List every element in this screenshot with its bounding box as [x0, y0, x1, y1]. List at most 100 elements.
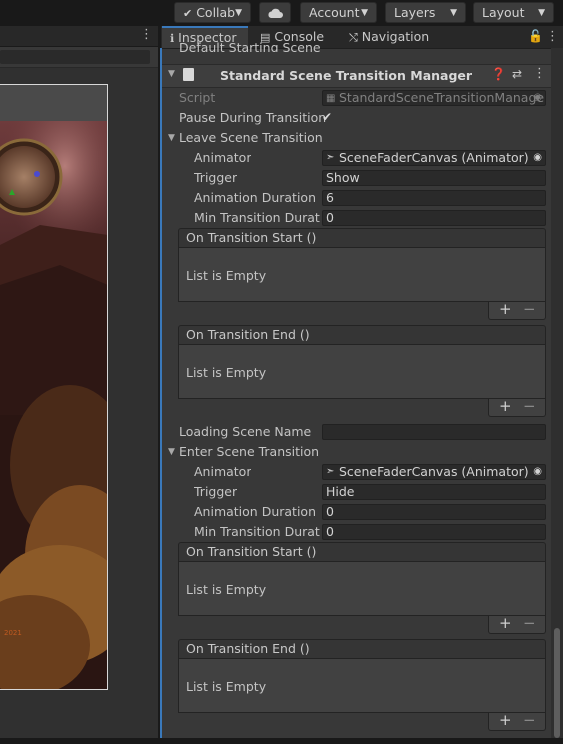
tab-navigation[interactable]: ⤭ Navigation — [349, 26, 429, 48]
scrollbar-thumb[interactable] — [554, 628, 560, 738]
top-toolbar: ✔ Collab ▼ Account ▼ Layers ▼ Layout ▼ — [0, 0, 563, 26]
empty-list-text: List is Empty — [186, 365, 267, 380]
leave-trigger-label: Trigger — [194, 170, 238, 185]
leave-section-title[interactable]: Leave Scene Transition — [179, 130, 323, 145]
enter-min-duration-input[interactable]: 0 — [322, 524, 546, 540]
remove-listener-button[interactable]: − — [523, 711, 536, 729]
component-title: Standard Scene Transition Manager — [220, 68, 473, 83]
preset-icon[interactable]: ⇄ — [512, 67, 522, 81]
bottom-status-strip — [0, 738, 563, 744]
more-options-icon[interactable]: ⋮ — [140, 27, 153, 42]
script-component-icon — [183, 68, 194, 81]
game-preview-frame: 2021 — [0, 84, 108, 690]
component-header[interactable]: ▼ Standard Scene Transition Manager ❓ ⇄ … — [162, 64, 551, 88]
layers-dropdown[interactable]: Layers ▼ — [385, 2, 466, 23]
object-picker-icon[interactable]: ◉ — [533, 151, 542, 165]
account-label: Account — [309, 5, 360, 20]
inspector-scrollbar[interactable] — [551, 48, 563, 744]
foldout-arrow-icon[interactable]: ▼ — [168, 69, 175, 79]
enter-animator-label: Animator — [194, 464, 252, 479]
cloud-icon — [268, 8, 283, 18]
collab-dropdown[interactable]: ✔ Collab ▼ — [174, 2, 251, 23]
scene-view[interactable]: 2021 — [0, 68, 158, 744]
enter-trigger-label: Trigger — [194, 484, 238, 499]
default-starting-scene-label: Default Starting Scene Na — [179, 40, 324, 52]
animator-icon: ➣ — [326, 152, 335, 163]
script-label: Script — [179, 90, 216, 105]
add-listener-button[interactable]: + — [499, 300, 512, 318]
lock-icon[interactable]: 🔓 — [528, 29, 543, 43]
chevron-down-icon: ▼ — [450, 8, 457, 18]
layout-label: Layout — [482, 5, 525, 20]
event-footer: + − — [488, 614, 546, 634]
event-header: On Transition End () — [178, 639, 546, 659]
year-watermark: 2021 — [4, 629, 22, 637]
foldout-arrow-icon[interactable]: ▼ — [168, 133, 175, 143]
account-dropdown[interactable]: Account ▼ — [300, 2, 377, 23]
loading-scene-input[interactable] — [322, 424, 546, 440]
enter-section-title[interactable]: Enter Scene Transition — [179, 444, 319, 459]
animator-icon: ➣ — [326, 466, 335, 477]
layout-dropdown[interactable]: Layout ▼ — [473, 2, 554, 23]
empty-list-text: List is Empty — [186, 268, 267, 283]
script-asset-icon: ▦ — [326, 93, 336, 104]
script-object-field: ▦ StandardSceneTransitionManage ◉ — [322, 90, 546, 106]
pause-label: Pause During Transition — [179, 110, 327, 125]
collab-label: Collab — [196, 5, 236, 20]
empty-list-text: List is Empty — [186, 679, 267, 694]
loading-scene-label: Loading Scene Name — [179, 424, 312, 439]
add-listener-button[interactable]: + — [499, 711, 512, 729]
enter-animator-value: SceneFaderCanvas (Animator) — [339, 464, 529, 479]
event-header: On Transition End () — [178, 325, 546, 345]
enter-trigger-input[interactable]: Hide — [322, 484, 546, 500]
event-footer: + − — [488, 300, 546, 320]
enter-animator-field[interactable]: ➣ SceneFaderCanvas (Animator) ◉ — [322, 464, 546, 480]
leave-min-duration-input[interactable]: 0 — [322, 210, 546, 226]
scene-search-field[interactable] — [0, 50, 150, 64]
event-header: On Transition Start () — [178, 542, 546, 562]
event-list: List is Empty — [178, 659, 546, 713]
event-footer: + − — [488, 397, 546, 417]
remove-listener-button[interactable]: − — [523, 614, 536, 632]
leave-min-duration-label: Min Transition Duration — [194, 210, 320, 225]
pause-checkbox[interactable]: ✔ — [322, 110, 332, 124]
enter-duration-input[interactable]: 0 — [322, 504, 546, 520]
scene-toolbar — [0, 47, 158, 67]
help-icon[interactable]: ❓ — [491, 67, 506, 81]
add-listener-button[interactable]: + — [499, 397, 512, 415]
remove-listener-button[interactable]: − — [523, 300, 536, 318]
leave-duration-input[interactable]: 6 — [322, 190, 546, 206]
inspector-panel: ℹ Inspector ▤ Console ⤭ Navigation 🔓 ⋮ D… — [162, 26, 563, 744]
object-picker-icon: ◉ — [533, 92, 542, 103]
game-scene-image: 2021 — [0, 85, 107, 689]
cloud-button[interactable] — [259, 2, 291, 23]
event-list: List is Empty — [178, 562, 546, 616]
event-header: On Transition Start () — [178, 228, 546, 248]
scene-tab-bar: ⋮ — [0, 26, 158, 47]
leave-animator-value: SceneFaderCanvas (Animator) — [339, 150, 529, 165]
info-icon: ℹ — [170, 32, 175, 45]
empty-list-text: List is Empty — [186, 582, 267, 597]
more-options-icon[interactable]: ⋮ — [533, 66, 546, 81]
script-value: StandardSceneTransitionManage — [339, 90, 545, 105]
event-list: List is Empty — [178, 345, 546, 399]
more-options-icon[interactable]: ⋮ — [546, 29, 559, 44]
add-listener-button[interactable]: + — [499, 614, 512, 632]
chevron-down-icon: ▼ — [235, 8, 242, 18]
tab-navigation-label: Navigation — [361, 29, 430, 44]
remove-listener-button[interactable]: − — [523, 397, 536, 415]
leave-animator-label: Animator — [194, 150, 252, 165]
foldout-arrow-icon[interactable]: ▼ — [168, 447, 175, 457]
leave-duration-label: Animation Duration — [194, 190, 316, 205]
check-icon: ✔ — [183, 7, 193, 20]
chevron-down-icon: ▼ — [538, 8, 545, 18]
event-list: List is Empty — [178, 248, 546, 302]
enter-duration-label: Animation Duration — [194, 504, 316, 519]
chevron-down-icon: ▼ — [361, 8, 368, 18]
object-picker-icon[interactable]: ◉ — [533, 465, 542, 479]
leave-trigger-input[interactable]: Show — [322, 170, 546, 186]
event-footer: + − — [488, 711, 546, 731]
layers-label: Layers — [394, 5, 436, 20]
leave-animator-field[interactable]: ➣ SceneFaderCanvas (Animator) ◉ — [322, 150, 546, 166]
enter-min-duration-label: Min Transition Duration — [194, 524, 320, 539]
